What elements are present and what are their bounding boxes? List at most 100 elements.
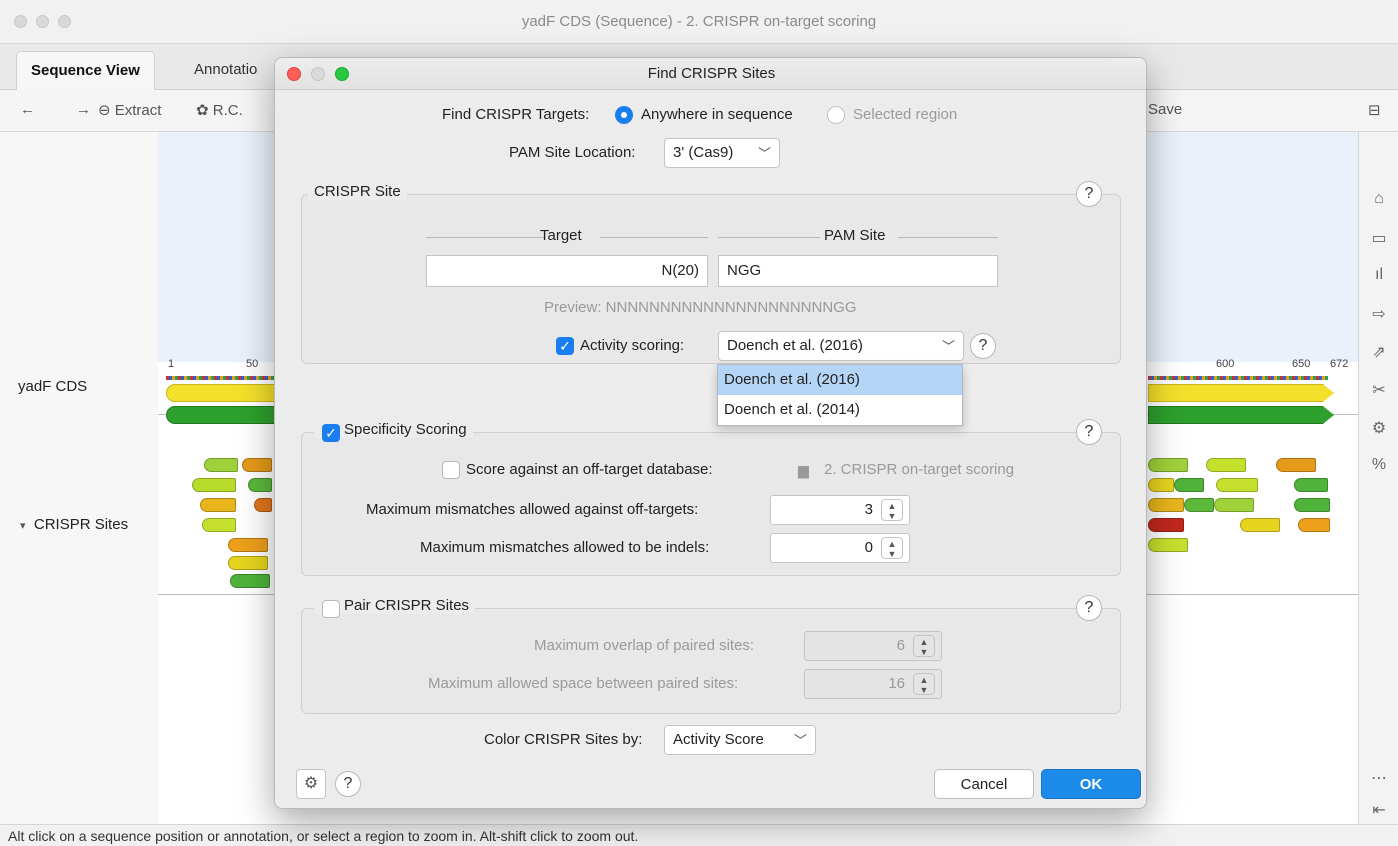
space-value: 16 bbox=[888, 675, 905, 692]
activity-scoring-checkbox[interactable]: ✓ bbox=[556, 337, 574, 355]
percent-icon[interactable]: % bbox=[1359, 456, 1398, 474]
crispr-site[interactable] bbox=[248, 478, 272, 492]
crispr-site[interactable] bbox=[1148, 538, 1188, 552]
space-stepper: 16 ▲ ▼ bbox=[804, 669, 942, 699]
dropdown-option-2016[interactable]: Doench et al. (2016) bbox=[718, 365, 962, 395]
dialog-help-icon[interactable]: ? bbox=[335, 771, 361, 797]
ruler-label: 650 bbox=[1292, 358, 1311, 370]
radio-anywhere-label[interactable]: Anywhere in sequence bbox=[641, 106, 793, 123]
radio-anywhere[interactable] bbox=[615, 106, 633, 124]
reverse-complement-button[interactable]: ✿ R.C. bbox=[196, 101, 243, 119]
crispr-site-help-icon[interactable]: ? bbox=[1076, 181, 1102, 207]
offtarget-database-label: Score against an off-target database: bbox=[466, 461, 713, 478]
specificity-scoring-checkbox[interactable]: ✓ bbox=[322, 424, 340, 442]
export-icon[interactable]: ⇗ bbox=[1359, 342, 1398, 362]
rc-icon: ✿ bbox=[196, 102, 209, 119]
crispr-site[interactable] bbox=[202, 518, 236, 532]
space-label: Maximum allowed space between paired sit… bbox=[428, 675, 739, 692]
crispr-site[interactable] bbox=[1148, 478, 1174, 492]
crispr-site[interactable] bbox=[192, 478, 236, 492]
cds-annotation-yellow[interactable] bbox=[166, 384, 276, 402]
settings-gear-icon[interactable]: ⚙ bbox=[296, 769, 326, 799]
indel-stepper[interactable]: 0 ▲ ▼ bbox=[770, 533, 910, 563]
crispr-site-title: CRISPR Site bbox=[308, 183, 407, 200]
gear-icon[interactable]: ⚙ bbox=[1359, 418, 1398, 438]
pam-location-select[interactable]: 3' (Cas9) ﹀ bbox=[664, 138, 780, 168]
back-icon[interactable]: ← bbox=[20, 101, 35, 118]
right-sidebar: ⌂ ▭ ıl ⇨ ⇗ ✂ ⚙ % ⋯ ⇤ bbox=[1358, 132, 1398, 824]
disclosure-triangle-icon: ▾ bbox=[20, 520, 26, 532]
save-button[interactable]: Save bbox=[1148, 101, 1182, 118]
stepper-arrows-icon: ▲ ▼ bbox=[913, 673, 935, 695]
crispr-site[interactable] bbox=[1174, 478, 1204, 492]
crispr-site[interactable] bbox=[204, 458, 238, 472]
crispr-site[interactable] bbox=[1214, 498, 1254, 512]
target-input[interactable]: N(20) bbox=[426, 255, 708, 287]
folder-icon: ▆ bbox=[798, 462, 809, 478]
statistics-icon[interactable]: ıl bbox=[1359, 266, 1398, 284]
dialog-titlebar: Find CRISPR Sites bbox=[275, 58, 1146, 90]
color-by-value: Activity Score bbox=[673, 731, 764, 748]
crispr-site[interactable] bbox=[1276, 458, 1316, 472]
crispr-site[interactable] bbox=[1148, 458, 1188, 472]
color-by-select[interactable]: Activity Score ﹀ bbox=[664, 725, 816, 755]
cds-annotation-yellow[interactable] bbox=[1148, 384, 1334, 402]
pam-site-input[interactable]: NGG bbox=[718, 255, 998, 287]
target-header-line bbox=[426, 237, 544, 238]
crispr-site[interactable] bbox=[1206, 458, 1246, 472]
status-text: Alt click on a sequence position or anno… bbox=[8, 828, 639, 844]
arrow-right-icon[interactable]: ⇨ bbox=[1359, 304, 1398, 324]
stepper-arrows-icon[interactable]: ▲ ▼ bbox=[881, 537, 903, 559]
forward-icon[interactable]: → bbox=[76, 101, 91, 118]
stepper-arrows-icon[interactable]: ▲ ▼ bbox=[881, 499, 903, 521]
ok-button[interactable]: OK bbox=[1041, 769, 1141, 799]
pair-help-icon[interactable]: ? bbox=[1076, 595, 1102, 621]
ruler-label: 50 bbox=[246, 358, 259, 370]
pam-location-label: PAM Site Location: bbox=[509, 144, 636, 161]
dropdown-option-2014[interactable]: Doench et al. (2014) bbox=[718, 395, 962, 425]
scissors-icon[interactable]: ✂ bbox=[1359, 380, 1398, 400]
window-title: yadF CDS (Sequence) - 2. CRISPR on-targe… bbox=[521, 13, 877, 30]
mismatch-stepper[interactable]: 3 ▲ ▼ bbox=[770, 495, 910, 525]
crispr-site[interactable] bbox=[200, 498, 236, 512]
panel-toggle-icon[interactable]: ⊟ bbox=[1368, 101, 1381, 119]
crispr-site[interactable] bbox=[254, 498, 272, 512]
home-icon[interactable]: ⌂ bbox=[1359, 190, 1398, 208]
crispr-site[interactable] bbox=[1148, 518, 1184, 532]
activity-scoring-select[interactable]: Doench et al. (2016) ﹀ bbox=[718, 331, 964, 361]
crispr-site[interactable] bbox=[228, 556, 268, 570]
crispr-track-toggle[interactable]: ▾ CRISPR Sites bbox=[20, 516, 128, 533]
pair-crispr-sites-checkbox[interactable] bbox=[322, 600, 340, 618]
more-icon[interactable]: ⋯ bbox=[1359, 768, 1398, 788]
target-header: Target bbox=[540, 227, 582, 244]
overlap-label: Maximum overlap of paired sites: bbox=[534, 637, 755, 654]
activity-scoring-help-icon[interactable]: ? bbox=[970, 333, 996, 359]
mismatch-value: 3 bbox=[864, 501, 873, 518]
crispr-site[interactable] bbox=[1240, 518, 1280, 532]
crispr-site[interactable] bbox=[228, 538, 268, 552]
extract-button[interactable]: ⊖ Extract bbox=[98, 101, 161, 119]
offtarget-database-checkbox[interactable] bbox=[442, 461, 460, 479]
crispr-site[interactable] bbox=[1184, 498, 1214, 512]
crispr-site[interactable] bbox=[1294, 498, 1330, 512]
crispr-site[interactable] bbox=[1216, 478, 1258, 492]
cds-annotation-green[interactable] bbox=[1148, 406, 1334, 424]
chevron-down-icon: ﹀ bbox=[941, 339, 955, 354]
crispr-site[interactable] bbox=[1298, 518, 1330, 532]
pam-location-value: 3' (Cas9) bbox=[673, 144, 734, 161]
crispr-site[interactable] bbox=[1294, 478, 1328, 492]
display-icon[interactable]: ▭ bbox=[1359, 228, 1398, 248]
status-bar: Alt click on a sequence position or anno… bbox=[0, 824, 1398, 846]
crispr-site[interactable] bbox=[1148, 498, 1184, 512]
ruler-bar bbox=[166, 376, 276, 380]
cds-annotation-green[interactable] bbox=[166, 406, 276, 424]
specificity-help-icon[interactable]: ? bbox=[1076, 419, 1102, 445]
tab-annotations[interactable]: Annotatio bbox=[180, 51, 271, 90]
cancel-button[interactable]: Cancel bbox=[934, 769, 1034, 799]
crispr-site[interactable] bbox=[230, 574, 270, 588]
collapse-icon[interactable]: ⇤ bbox=[1359, 800, 1398, 820]
ruler-label: 672 bbox=[1330, 358, 1349, 370]
chevron-down-icon: ﹀ bbox=[793, 733, 807, 748]
tab-sequence-view[interactable]: Sequence View bbox=[16, 51, 155, 90]
crispr-site[interactable] bbox=[242, 458, 272, 472]
